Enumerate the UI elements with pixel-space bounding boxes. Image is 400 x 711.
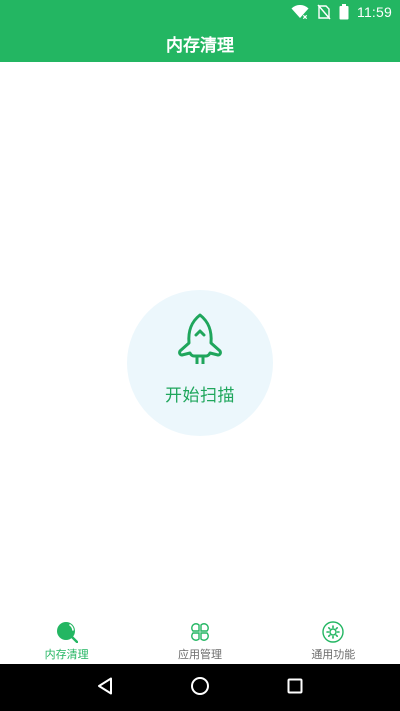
bottom-nav: 内存清理 应用管理 通用功能	[0, 616, 400, 664]
home-button[interactable]	[187, 675, 213, 701]
status-bar: 11:59	[0, 0, 400, 24]
status-icons: 11:59	[291, 3, 392, 21]
back-triangle-icon	[97, 677, 113, 699]
memory-clean-icon	[56, 621, 78, 643]
battery-icon	[339, 4, 349, 20]
rocket-icon	[176, 313, 224, 369]
nav-label-memory-clean: 内存清理	[44, 648, 89, 661]
start-scan-button[interactable]: 开始扫描	[127, 290, 273, 436]
wifi-icon	[291, 5, 309, 19]
app-management-icon	[188, 621, 212, 643]
home-circle-icon	[190, 676, 210, 700]
app-bar: 内存清理	[0, 24, 400, 62]
settings-gear-icon	[322, 621, 345, 643]
nav-item-memory-clean[interactable]: 内存清理	[0, 616, 133, 664]
nav-item-general-functions[interactable]: 通用功能	[267, 616, 400, 664]
status-clock: 11:59	[357, 4, 392, 20]
system-nav-bar	[0, 664, 400, 711]
nav-label-app-management: 应用管理	[177, 648, 222, 661]
page-title: 内存清理	[166, 35, 234, 56]
nav-label-general-functions: 通用功能	[311, 648, 356, 661]
start-scan-label: 开始扫描	[165, 386, 235, 406]
back-button[interactable]	[92, 675, 118, 701]
main-content: 开始扫描	[0, 62, 400, 616]
recents-button[interactable]	[282, 675, 308, 701]
no-sim-icon	[317, 4, 331, 20]
recents-square-icon	[287, 678, 303, 698]
nav-item-app-management[interactable]: 应用管理	[133, 616, 266, 664]
